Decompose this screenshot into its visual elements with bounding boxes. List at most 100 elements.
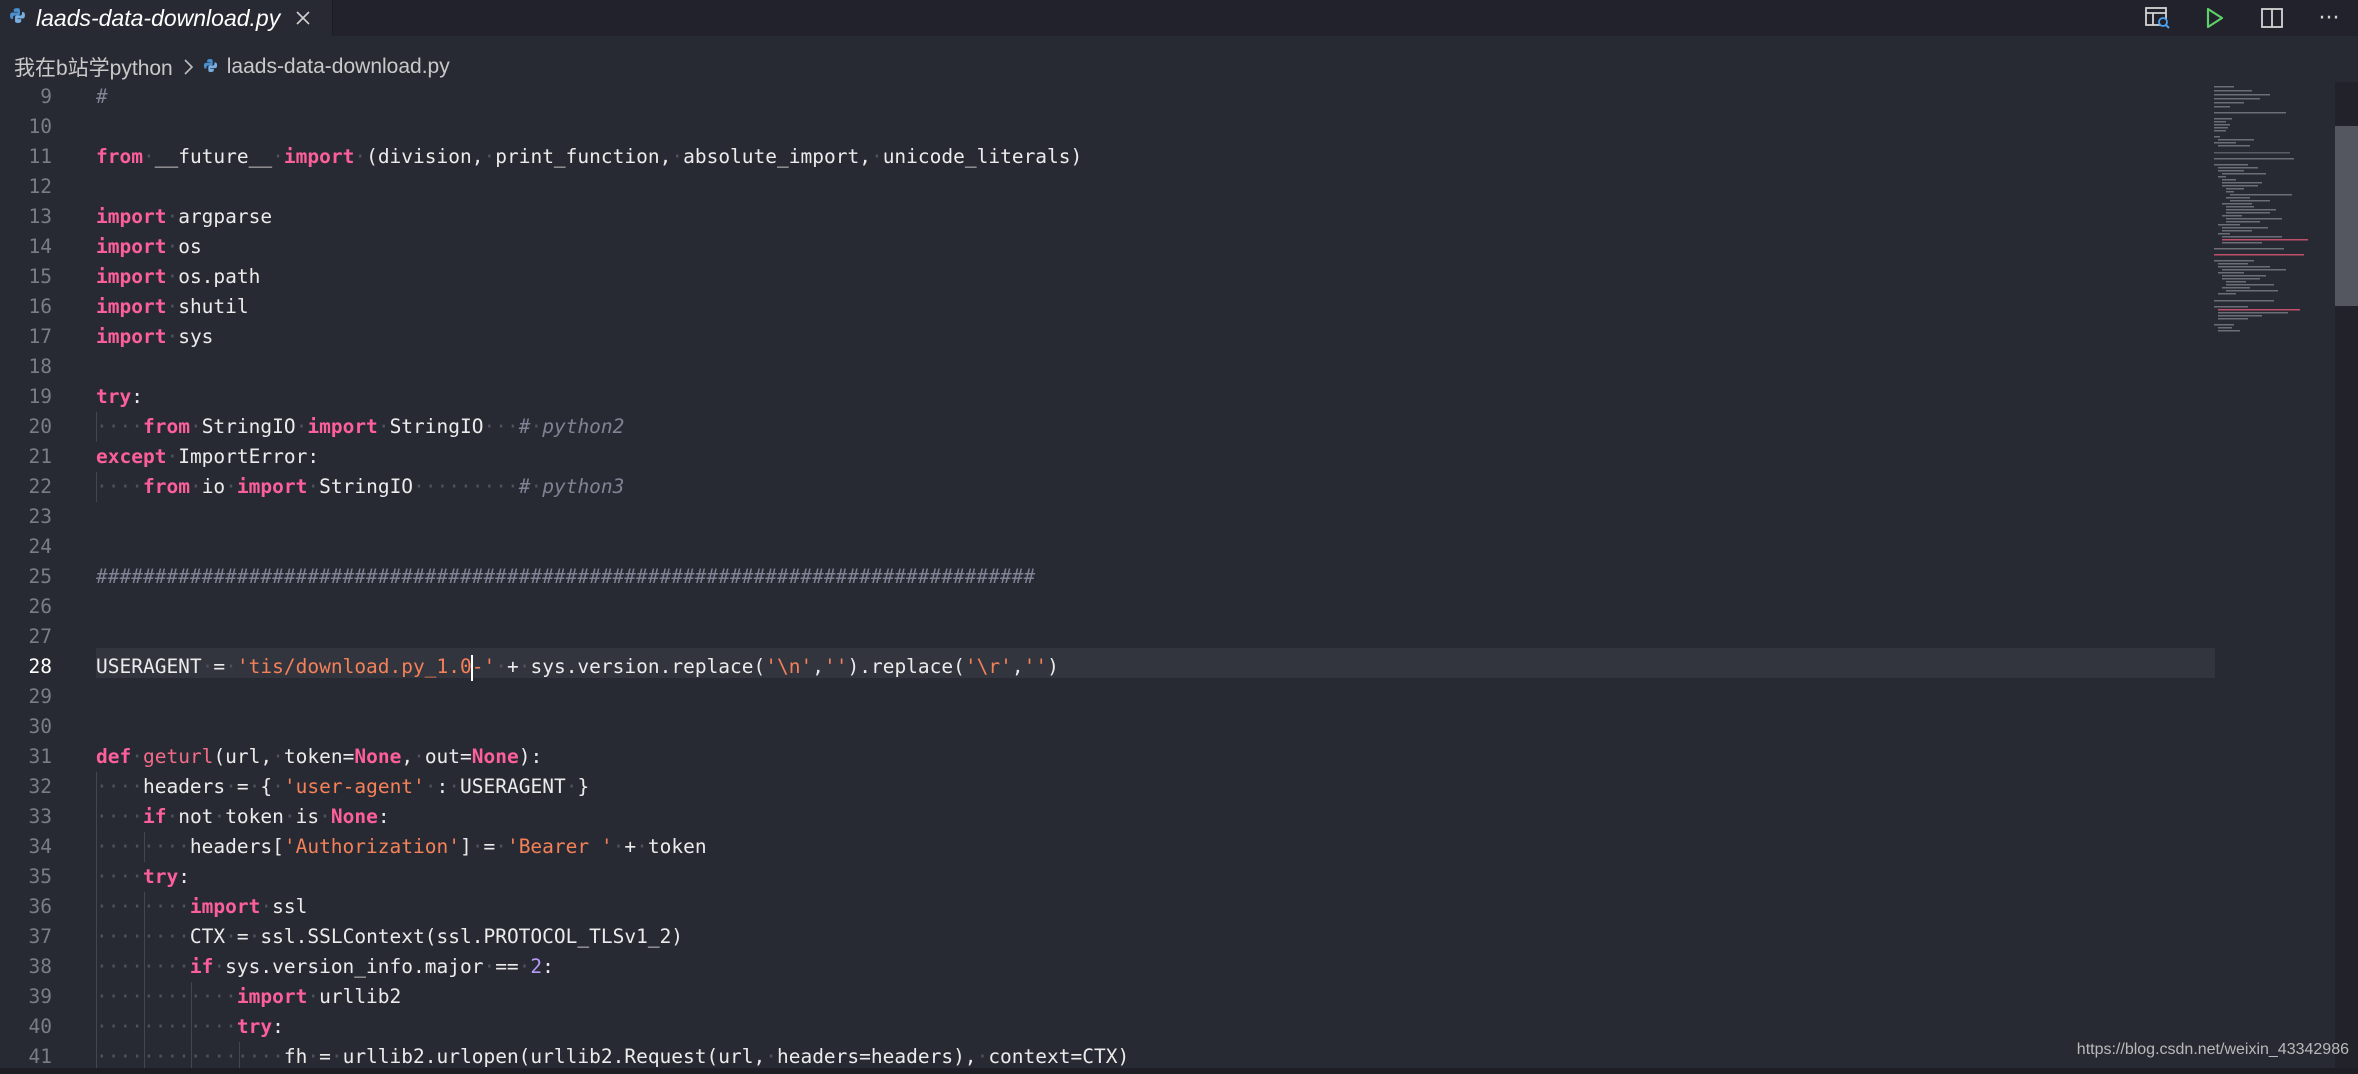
indent-guide	[96, 802, 97, 832]
code-token: ,	[401, 745, 414, 768]
more-actions-icon[interactable]: ···	[2314, 3, 2344, 33]
split-editor-icon[interactable]	[2257, 3, 2287, 33]
whitespace-marker: ·	[448, 775, 461, 798]
code-token: =	[319, 1045, 331, 1068]
scrollbar-thumb[interactable]	[2335, 126, 2358, 306]
whitespace-marker: ···	[483, 415, 519, 438]
code-line[interactable]: ····from·StringIO·import·StringIO···#·py…	[96, 412, 624, 442]
code-line[interactable]: import·os	[96, 232, 202, 262]
whitespace-marker: ·	[283, 805, 296, 828]
code-line[interactable]: ····try:	[96, 862, 190, 892]
code-line[interactable]: ····from·io·import·StringIO·········#·py…	[96, 472, 624, 502]
code-line[interactable]: ····if·not·token·is·None:	[96, 802, 390, 832]
code-line[interactable]: import·argparse	[96, 202, 272, 232]
line-number: 38	[28, 955, 52, 978]
whitespace-marker: ·	[225, 475, 237, 498]
indent-guide	[143, 1042, 145, 1068]
whitespace-marker: ·	[319, 805, 331, 828]
code-line[interactable]: import·shutil	[96, 292, 249, 322]
code-line[interactable]: ········if·sys.version_info.major·==·2:	[96, 952, 554, 982]
code-token: try	[142, 865, 179, 888]
indent-guide	[96, 982, 97, 1012]
breadcrumb: 我在b站学python laads-data-download.py	[0, 50, 450, 84]
code-line[interactable]: ········import·ssl	[96, 892, 307, 922]
indent-guide	[96, 952, 97, 982]
code-token: import	[96, 295, 167, 318]
whitespace-marker: ·	[166, 235, 179, 258]
code-line[interactable]: try:	[96, 382, 143, 412]
python-file-icon	[9, 7, 26, 29]
code-line[interactable]: ########################################…	[96, 562, 1035, 592]
line-number: 23	[28, 505, 52, 528]
whitespace-marker: ·	[976, 1045, 989, 1068]
whitespace-marker: ················	[96, 1045, 284, 1068]
code-token: import	[96, 265, 167, 288]
whitespace-marker: ····	[96, 775, 143, 798]
whitespace-marker: ·	[870, 145, 883, 168]
whitespace-marker: ·	[530, 415, 543, 438]
code-line[interactable]: def·geturl(url,·token=None,·out=None):	[96, 742, 542, 772]
code-token: #	[518, 475, 531, 498]
whitespace-marker: ·	[166, 325, 179, 348]
indent-guide	[96, 832, 97, 862]
code-token: headers=headers),	[776, 1045, 977, 1068]
code-token: sys.version.replace(	[530, 655, 766, 678]
whitespace-marker: ·	[307, 1045, 320, 1068]
code-line[interactable]: ············try:	[96, 1012, 284, 1042]
indent-guide	[238, 1042, 240, 1068]
code-line[interactable]: #	[96, 82, 108, 112]
code-token: headers[	[189, 835, 284, 858]
code-line[interactable]: USERAGENT·=·'tis/download.py_1.0-'·+·sys…	[96, 652, 1059, 682]
code-line[interactable]: except·ImportError:	[96, 442, 319, 472]
minimap[interactable]	[2212, 82, 2336, 382]
code-token: =	[213, 655, 226, 678]
indent-guide	[96, 1012, 97, 1042]
indent-guide	[96, 472, 97, 502]
vertical-scrollbar[interactable]	[2335, 82, 2358, 1068]
line-number: 37	[28, 925, 52, 948]
editor-tab[interactable]: laads-data-download.py	[0, 0, 333, 36]
code-line[interactable]: ················fh·=·urllib2.urlopen(url…	[96, 1042, 1129, 1068]
indent-guide	[143, 952, 145, 982]
line-number: 24	[28, 535, 52, 558]
line-number: 34	[28, 835, 52, 858]
code-token: :	[542, 955, 554, 978]
indent-guide	[96, 412, 97, 442]
line-number: 28	[28, 655, 52, 678]
indent-guide	[96, 772, 97, 802]
breadcrumb-file[interactable]: laads-data-download.py	[227, 55, 450, 79]
line-number: 15	[28, 265, 52, 288]
code-line[interactable]: ········CTX·=·ssl.SSLContext(ssl.PROTOCO…	[96, 922, 683, 952]
indent-guide	[143, 982, 145, 1012]
run-icon[interactable]	[2200, 3, 2230, 33]
whitespace-marker: ····	[96, 415, 143, 438]
whitespace-marker: ·	[765, 1045, 777, 1068]
code-editor[interactable]: 9 10 11 12 13 14 15 16 17 18 19 20 21 22 23 24 25 26 27 28 2…	[0, 82, 2335, 1068]
whitespace-marker: ·	[272, 145, 284, 168]
code-token: from	[142, 415, 190, 438]
code-token: 'tis/download.py_1.0	[236, 655, 472, 678]
whitespace-marker: ·	[413, 745, 425, 768]
code-line[interactable]: from·__future__·import·(division,·print_…	[96, 142, 1082, 172]
code-line[interactable]: import·sys	[96, 322, 213, 352]
code-line[interactable]: ············import·urllib2	[96, 982, 401, 1012]
code-token: unicode_literals)	[882, 145, 1083, 168]
code-token: if	[142, 805, 167, 828]
code-line[interactable]: ········headers['Authorization']·=·'Bear…	[96, 832, 707, 862]
code-token: import	[283, 145, 355, 168]
breadcrumb-folder[interactable]: 我在b站学python	[14, 52, 173, 82]
code-token: (url,	[213, 745, 273, 768]
close-icon[interactable]	[292, 7, 314, 29]
code-token: sys.version_info.major	[225, 955, 484, 978]
code-token: '\n'	[765, 655, 813, 678]
line-number: 13	[28, 205, 52, 228]
code-line[interactable]: import·os.path	[96, 262, 260, 292]
open-preview-icon[interactable]	[2143, 3, 2173, 33]
code-token: token	[647, 835, 707, 858]
code-token: }	[577, 775, 590, 798]
code-token: ==	[495, 955, 519, 978]
indent-guide	[96, 1042, 97, 1068]
code-token: :	[436, 775, 449, 798]
line-number: 35	[28, 865, 52, 888]
code-line[interactable]: ····headers·=·{·'user-agent'·:·USERAGENT…	[96, 772, 589, 802]
